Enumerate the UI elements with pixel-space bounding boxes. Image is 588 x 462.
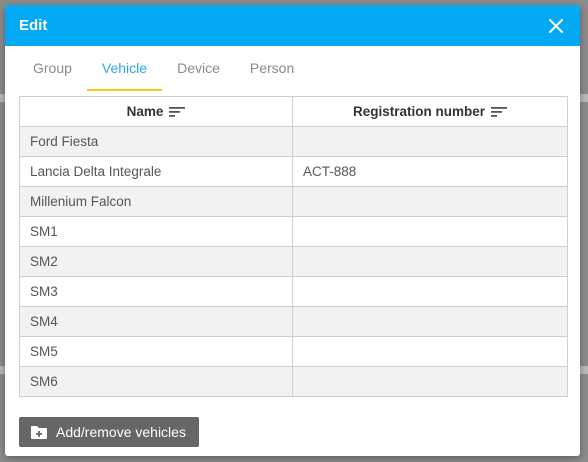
sort-icon[interactable] bbox=[169, 106, 186, 118]
add-button-label: Add/remove vehicles bbox=[56, 424, 186, 440]
cell-name: SM5 bbox=[19, 336, 293, 367]
cell-registration: ACT-888 bbox=[292, 156, 568, 187]
cell-registration bbox=[292, 276, 568, 307]
cell-registration bbox=[292, 306, 568, 337]
table-row[interactable]: SM6 bbox=[19, 366, 568, 397]
tab-vehicle[interactable]: Vehicle bbox=[86, 46, 163, 91]
column-header-label: Name bbox=[126, 104, 164, 119]
cell-registration bbox=[292, 216, 568, 247]
dialog-header: Edit bbox=[5, 5, 580, 46]
table-row[interactable]: SM2 bbox=[19, 246, 568, 277]
cell-registration bbox=[292, 366, 568, 397]
table-row[interactable]: SM5 bbox=[19, 336, 568, 367]
table-row[interactable]: SM3 bbox=[19, 276, 568, 307]
tab-group[interactable]: Group bbox=[18, 46, 87, 91]
cell-name: SM3 bbox=[19, 276, 293, 307]
column-header-name[interactable]: Name bbox=[19, 96, 293, 127]
table-row[interactable]: SM4 bbox=[19, 306, 568, 337]
column-header-label: Registration number bbox=[352, 104, 485, 119]
tab-person[interactable]: Person bbox=[235, 46, 309, 91]
dialog-footer: Add/remove vehicles bbox=[19, 417, 199, 447]
vehicle-table-container: Name Registration number Ford Fiesta Lan… bbox=[19, 96, 568, 397]
cell-registration bbox=[292, 126, 568, 157]
table-row[interactable]: SM1 bbox=[19, 216, 568, 247]
cell-name: Ford Fiesta bbox=[19, 126, 293, 157]
close-button[interactable] bbox=[544, 14, 568, 38]
cell-name: SM1 bbox=[19, 216, 293, 247]
folder-plus-icon bbox=[31, 425, 47, 439]
table-row[interactable]: Lancia Delta Integrale ACT-888 bbox=[19, 156, 568, 187]
cell-name: Lancia Delta Integrale bbox=[19, 156, 293, 187]
dialog-title: Edit bbox=[19, 17, 48, 34]
edit-dialog: Edit Group Vehicle Device Person Name Re… bbox=[5, 5, 580, 456]
cell-registration bbox=[292, 246, 568, 277]
cell-registration bbox=[292, 336, 568, 367]
sort-icon[interactable] bbox=[491, 106, 507, 118]
close-icon bbox=[549, 18, 563, 33]
column-header-registration[interactable]: Registration number bbox=[292, 96, 568, 127]
tab-bar: Group Vehicle Device Person bbox=[5, 46, 580, 91]
cell-name: SM4 bbox=[19, 306, 293, 337]
cell-name: Millenium Falcon bbox=[19, 186, 293, 217]
add-remove-vehicles-button[interactable]: Add/remove vehicles bbox=[19, 417, 199, 447]
cell-name: SM6 bbox=[19, 366, 293, 397]
vehicle-table: Name Registration number Ford Fiesta Lan… bbox=[19, 96, 568, 397]
cell-name: SM2 bbox=[19, 246, 293, 277]
table-row[interactable]: Millenium Falcon bbox=[19, 186, 568, 217]
table-header-row: Name Registration number bbox=[19, 96, 568, 127]
table-row[interactable]: Ford Fiesta bbox=[19, 126, 568, 157]
tab-device[interactable]: Device bbox=[162, 46, 235, 91]
cell-registration bbox=[292, 186, 568, 217]
